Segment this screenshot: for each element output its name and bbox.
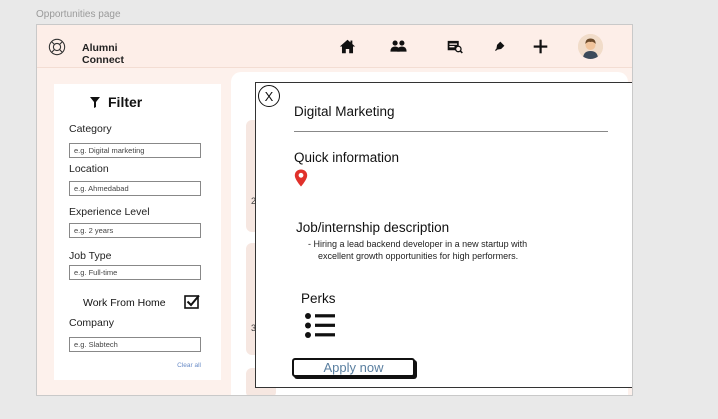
filter-heading: Filter [90, 94, 142, 110]
app-frame: Alumni Connect Filter Category Locati [36, 24, 633, 396]
filter-panel: Filter Category Location Experience Leve… [54, 84, 221, 380]
jobtype-label: Job Type [69, 250, 112, 262]
page-caption: Opportunities page [36, 9, 121, 20]
description-list: Hiring a lead backend developer in a new… [308, 238, 548, 262]
location-input[interactable] [69, 181, 201, 196]
category-input[interactable] [69, 143, 201, 158]
clear-all-link[interactable]: Clear all [177, 362, 201, 369]
funnel-icon [90, 96, 100, 108]
jobtype-input[interactable] [69, 265, 201, 280]
home-icon[interactable] [337, 36, 357, 56]
description-heading: Job/internship description [296, 220, 450, 235]
location-label: Location [69, 163, 109, 175]
brand-name: Alumni Connect [82, 42, 124, 66]
filter-title: Filter [108, 94, 143, 110]
quick-info-heading: Quick information [294, 150, 400, 165]
description-item: Hiring a lead backend developer in a new… [308, 238, 548, 262]
brand-line-2: Connect [82, 54, 124, 66]
profile-avatar[interactable] [578, 34, 603, 59]
location-pin-icon [294, 169, 308, 187]
modal-title: Digital Marketing [294, 104, 395, 119]
title-divider [294, 131, 608, 132]
brand-line-1: Alumni [82, 42, 118, 54]
work-from-home-checkbox[interactable] [184, 294, 200, 309]
close-icon[interactable]: X [258, 85, 280, 107]
description-body: Hiring a lead backend developer in a new… [308, 238, 548, 262]
experience-input[interactable] [69, 223, 201, 238]
company-label: Company [69, 317, 114, 329]
category-label: Category [69, 123, 112, 135]
experience-label: Experience Level [69, 206, 150, 218]
job-detail-modal: X Digital Marketing Quick information Jo… [255, 82, 632, 388]
work-from-home-label: Work From Home [83, 297, 166, 309]
top-navbar: Alumni Connect [37, 25, 632, 68]
jobs-search-icon[interactable] [444, 36, 464, 56]
community-icon[interactable] [388, 36, 408, 56]
add-icon[interactable] [530, 36, 550, 56]
lifebuoy-logo-icon [48, 38, 66, 56]
bullet-list-icon [305, 313, 335, 338]
notification-icon[interactable] [489, 36, 509, 56]
company-input[interactable] [69, 337, 201, 352]
perks-heading: Perks [301, 291, 336, 306]
apply-now-button[interactable]: Apply now [292, 358, 415, 377]
